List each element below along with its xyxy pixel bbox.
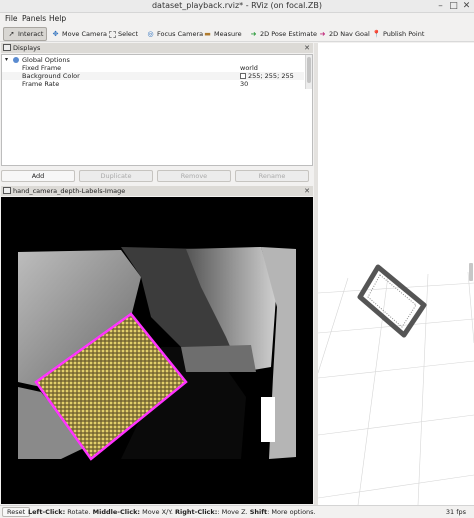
tool-pose-estimate-label: 2D Pose Estimate <box>260 30 318 38</box>
hint-key: Shift <box>249 508 268 516</box>
nav-goal-icon: ➜ <box>319 29 326 38</box>
tree-item-global-options[interactable]: ▾ Global Options <box>2 56 304 64</box>
hint-text: : More options. <box>267 508 316 516</box>
scrollbar-thumb[interactable] <box>307 57 311 83</box>
duplicate-button[interactable]: Duplicate <box>79 170 153 182</box>
publish-point-icon: 📍 <box>372 29 381 38</box>
hint-key: Right-Click: <box>175 508 218 516</box>
displays-buttons: Add Duplicate Remove Rename <box>1 170 313 182</box>
focus-camera-icon: ◎ <box>147 29 154 38</box>
depth-region <box>181 345 256 372</box>
tool-move-camera[interactable]: ✥ Move Camera <box>48 27 110 41</box>
hint-text: Move X/Y. <box>140 508 176 516</box>
image-icon <box>3 187 11 194</box>
tool-publish-point[interactable]: 📍 Publish Point <box>369 27 427 41</box>
tree-scrollbar[interactable] <box>305 55 312 89</box>
tool-select[interactable]: Select <box>106 27 141 41</box>
status-bar: Reset Left-Click: Rotate. Middle-Click: … <box>0 505 474 518</box>
viewport-scrollbar[interactable] <box>469 263 473 281</box>
title-bar: dataset_playback.rviz* - RViz (on focal.… <box>0 0 474 13</box>
property-name: Fixed Frame <box>22 64 62 72</box>
close-icon[interactable]: ✕ <box>304 186 310 196</box>
displays-tree: ▾ Global Options Fixed Frame world Backg… <box>1 54 313 166</box>
menu-bar: File Panels Help <box>0 13 474 25</box>
move-camera-icon: ✥ <box>52 29 59 38</box>
color-swatch[interactable] <box>240 73 246 79</box>
hint-text: : Move Z. <box>217 508 250 516</box>
tool-focus-camera[interactable]: ◎ Focus Camera <box>143 27 206 41</box>
measure-icon: ▬ <box>204 29 211 38</box>
hint-text: Rotate. <box>65 508 93 516</box>
property-name: Background Color <box>22 72 80 80</box>
tool-interact[interactable]: ➚ Interact <box>3 27 48 41</box>
property-fixed-frame[interactable]: Fixed Frame world <box>2 64 304 72</box>
reset-button[interactable]: Reset <box>2 507 31 517</box>
background-color-value: 255; 255; 255 <box>248 72 294 80</box>
expand-arrow-icon[interactable]: ▾ <box>5 56 8 64</box>
property-value[interactable]: world <box>240 64 258 72</box>
globe-icon <box>13 57 19 63</box>
tool-focus-camera-label: Focus Camera <box>157 30 204 38</box>
depth-label-image <box>1 197 313 504</box>
depth-region <box>261 397 275 442</box>
hint-key: Left-Click: <box>28 508 66 516</box>
maximize-icon[interactable]: □ <box>448 1 459 12</box>
depth-image-view[interactable] <box>1 197 313 504</box>
tool-move-camera-label: Move Camera <box>62 30 108 38</box>
tool-measure-label: Measure <box>214 30 242 38</box>
rename-button[interactable]: Rename <box>235 170 309 182</box>
ground-grid <box>318 271 474 505</box>
property-background-color[interactable]: Background Color 255; 255; 255 <box>2 72 304 80</box>
property-name: Frame Rate <box>22 80 60 88</box>
fps-readout: 31 fps <box>445 508 466 516</box>
tool-pose-estimate[interactable]: ➜ 2D Pose Estimate <box>246 27 320 41</box>
tool-select-label: Select <box>118 30 139 38</box>
mouse-hints: Left-Click: Rotate. Middle-Click: Move X… <box>28 508 316 516</box>
monitor-icon <box>3 44 11 51</box>
3d-viewport[interactable] <box>318 43 474 505</box>
add-button[interactable]: Add <box>1 170 75 182</box>
minimize-icon[interactable]: – <box>435 1 446 12</box>
select-icon <box>109 30 116 38</box>
tool-nav-goal-label: 2D Nav Goal <box>329 30 370 38</box>
menu-panels[interactable]: Panels <box>22 14 46 23</box>
tool-measure[interactable]: ▬ Measure <box>200 27 245 41</box>
displays-panel-header: Displays ✕ <box>1 43 313 53</box>
tool-nav-goal[interactable]: ➜ 2D Nav Goal <box>315 27 373 41</box>
global-options-label: Global Options <box>22 56 70 64</box>
close-icon[interactable]: ✕ <box>461 1 472 12</box>
image-panel-header: hand_camera_depth-Labels-Image ✕ <box>1 186 313 196</box>
hint-key: Middle-Click: <box>92 508 141 516</box>
toolbar: ➚ Interact ✥ Move Camera Select ◎ Focus … <box>0 26 474 42</box>
remove-button[interactable]: Remove <box>157 170 231 182</box>
3d-scene <box>318 263 474 505</box>
tool-publish-point-label: Publish Point <box>383 30 425 38</box>
displays-panel-title: Displays <box>13 44 41 52</box>
pose-estimate-icon: ➜ <box>250 29 257 38</box>
property-frame-rate[interactable]: Frame Rate 30 <box>2 80 304 88</box>
menu-help[interactable]: Help <box>49 14 66 23</box>
menu-file[interactable]: File <box>5 14 18 23</box>
property-value[interactable]: 255; 255; 255 <box>240 72 294 80</box>
close-icon[interactable]: ✕ <box>304 43 310 53</box>
window-title: dataset_playback.rviz* - RViz (on focal.… <box>151 1 323 10</box>
point-cloud-object <box>357 264 427 338</box>
image-panel-title: hand_camera_depth-Labels-Image <box>13 187 126 195</box>
tool-interact-label: Interact <box>18 30 44 38</box>
property-value[interactable]: 30 <box>240 80 248 88</box>
cursor-icon: ➚ <box>8 29 15 38</box>
